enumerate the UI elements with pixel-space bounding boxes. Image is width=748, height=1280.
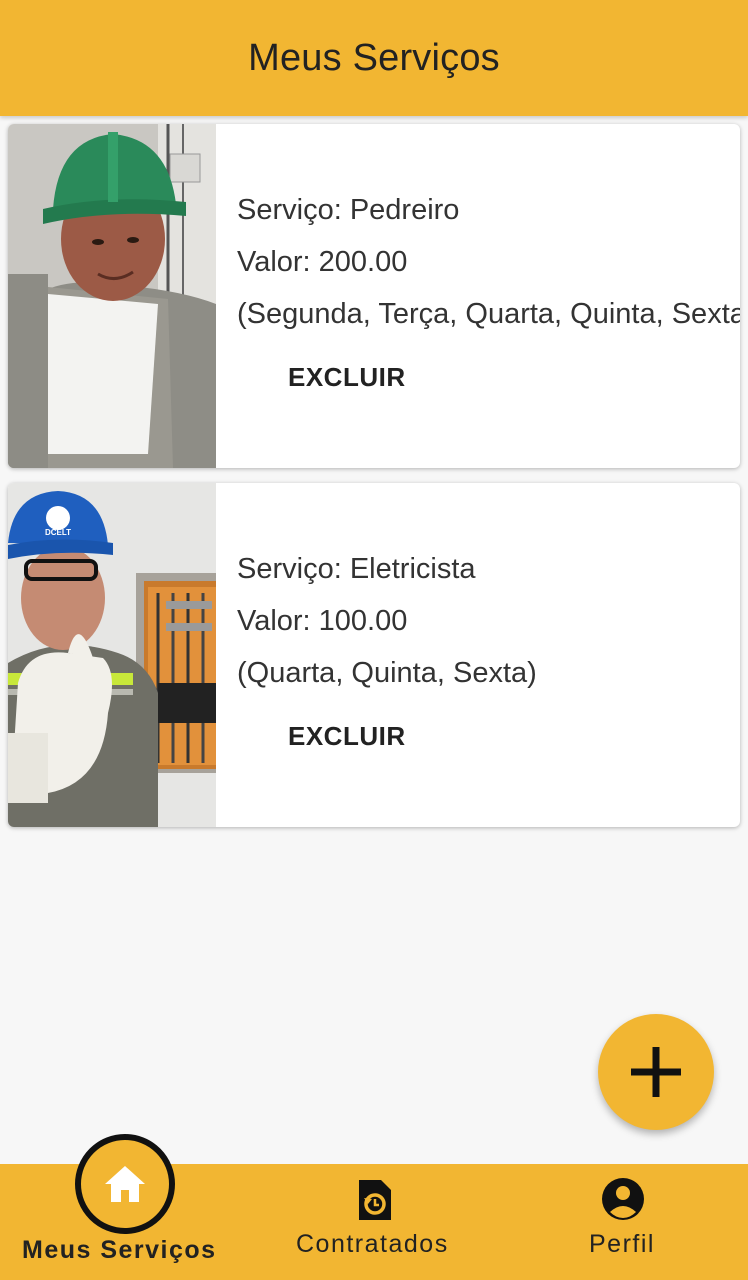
helmet-logo-text: DCELT [45, 528, 71, 537]
service-days: (Quarta, Quinta, Sexta) [237, 657, 537, 689]
add-service-button[interactable] [598, 1014, 714, 1130]
service-card: Serviço: Pedreiro Valor: 200.00 (Segunda… [8, 124, 740, 468]
document-history-icon [359, 1180, 391, 1220]
service-photo [8, 124, 216, 468]
service-days: (Segunda, Terça, Quarta, Quinta, Sexta) [237, 298, 740, 330]
service-name: Serviço: Pedreiro [237, 194, 460, 226]
delete-button[interactable]: EXCLUIR [288, 362, 406, 393]
plus-icon [631, 1047, 681, 1097]
page-title: Meus Serviços [248, 36, 500, 79]
service-card: DCELT Serviço: Eletricista Valor: 100.00… [8, 483, 740, 827]
nav-item-contratados[interactable]: Contratados [260, 1164, 490, 1280]
account-circle-icon [602, 1178, 644, 1220]
service-value: Valor: 100.00 [237, 605, 408, 637]
service-photo: DCELT [8, 483, 216, 827]
nav-label: Perfil [589, 1230, 655, 1258]
bottom-navigation: Meus Serviços Contratados Perfil [0, 1134, 748, 1280]
service-info: Serviço: Pedreiro Valor: 200.00 (Segunda… [216, 124, 740, 468]
service-value: Valor: 200.00 [237, 246, 408, 278]
construction-worker-photo [8, 124, 216, 468]
service-name: Serviço: Eletricista [237, 553, 476, 585]
delete-button[interactable]: EXCLUIR [288, 721, 406, 752]
service-info: Serviço: Eletricista Valor: 100.00 (Quar… [216, 483, 740, 827]
nav-item-meus-servicos[interactable]: Meus Serviços [0, 1134, 250, 1280]
nav-label: Contratados [296, 1230, 449, 1258]
nav-item-perfil[interactable]: Perfil [560, 1164, 690, 1280]
app-bar: Meus Serviços [0, 0, 748, 116]
active-indicator [75, 1134, 175, 1234]
nav-label: Meus Serviços [22, 1236, 217, 1264]
home-icon [105, 1166, 145, 1202]
electrician-photo: DCELT [8, 483, 216, 827]
